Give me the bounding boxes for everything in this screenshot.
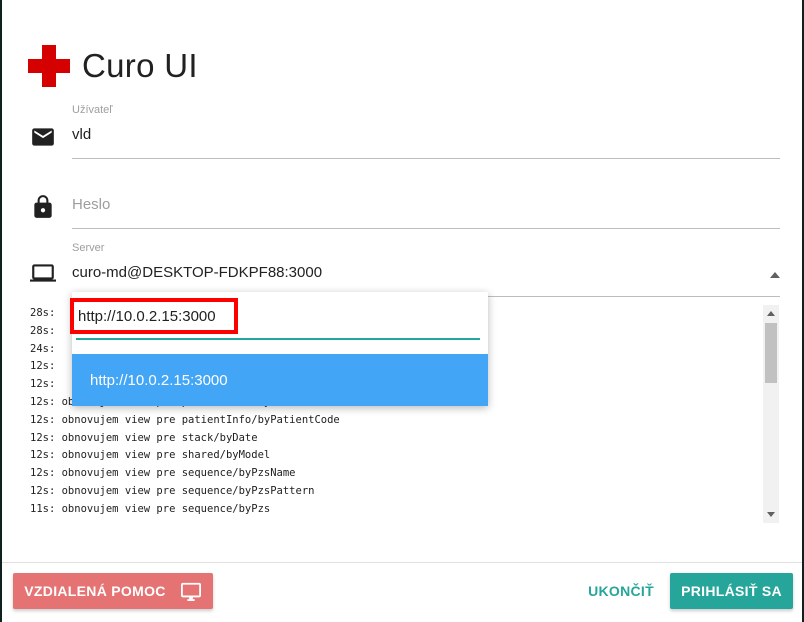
red-cross-logo-icon — [28, 45, 70, 87]
chevron-up-icon[interactable] — [770, 272, 780, 278]
scroll-down-arrow-icon[interactable] — [767, 512, 775, 517]
laptop-icon — [30, 264, 56, 282]
dropdown-option[interactable]: http://10.0.2.15:3000 — [72, 354, 488, 406]
password-input[interactable]: Heslo — [72, 188, 780, 229]
app-title: Curo UI — [82, 47, 198, 84]
log-line: 12s: obnovujem view pre sequence/byPzsNa… — [30, 467, 296, 480]
mail-icon — [32, 128, 54, 146]
input-focus-underline — [76, 338, 480, 340]
server-url-input-wrap — [70, 298, 484, 342]
monitor-icon — [180, 582, 201, 601]
footer-divider — [2, 562, 802, 563]
server-selected-value[interactable]: curo-md@DESKTOP-FDKPF88:3000 — [72, 256, 780, 297]
remote-help-button[interactable]: VZDIALENÁ POMOC — [13, 573, 213, 609]
log-line: 12s: obnovujem view pre patientInfo/byPa… — [30, 413, 340, 426]
scroll-up-arrow-icon[interactable] — [767, 311, 775, 316]
server-dropdown: http://10.0.2.15:3000 — [70, 292, 488, 406]
lock-icon — [34, 195, 52, 218]
server-select[interactable]: Server curo-md@DESKTOP-FDKPF88:3000 — [72, 242, 780, 297]
log-line: 12s: obnovujem view pre stack/byDate — [30, 431, 258, 444]
log-line: 12s: obnovujem view pre sequence/byPzsPa… — [30, 484, 315, 497]
brand-header: Curo UI — [28, 44, 198, 88]
quit-button[interactable]: UKONČIŤ — [582, 573, 660, 609]
username-input[interactable]: vld — [72, 118, 780, 159]
log-line: 12s: obnovujem view pre shared/byModel — [30, 449, 271, 462]
username-label: Užívateľ — [72, 104, 113, 116]
log-line: 11s: obnovujem view pre sequence/byPzs — [30, 502, 271, 515]
login-dialog: Curo UI Užívateľ vld Heslo Server curo-m… — [2, 0, 802, 622]
password-field[interactable]: Heslo — [72, 188, 780, 229]
highlight-annotation-box — [70, 298, 238, 334]
remote-help-label: VZDIALENÁ POMOC — [24, 583, 166, 599]
scrollbar-thumb[interactable] — [765, 323, 777, 383]
login-button[interactable]: PRIHLÁSIŤ SA — [670, 573, 793, 609]
username-field[interactable]: Užívateľ vld — [72, 104, 780, 159]
log-scrollbar[interactable] — [763, 305, 779, 523]
server-label: Server — [72, 242, 105, 254]
